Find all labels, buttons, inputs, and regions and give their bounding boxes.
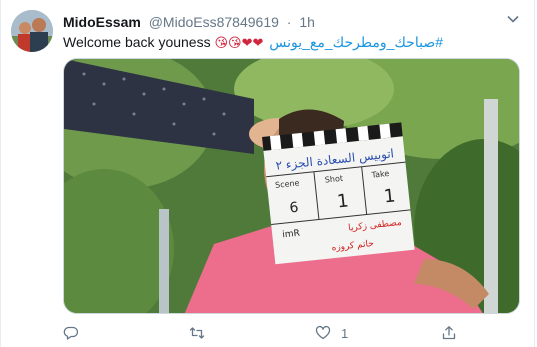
- like-button[interactable]: 1: [315, 322, 348, 344]
- tweet-actions: 1: [63, 322, 463, 344]
- tweet-emojis: 😘😘❤❤: [214, 36, 264, 51]
- tweet-body: Welcome back youness: [63, 34, 211, 50]
- tweet-time[interactable]: 1h: [299, 14, 315, 30]
- like-count: 1: [341, 325, 349, 341]
- author-name[interactable]: MidoEssam: [63, 14, 141, 30]
- retweet-button[interactable]: [189, 322, 205, 344]
- tweet-text: Welcome back youness 😘😘❤❤ #صباحك_ومطرحك_…: [63, 32, 514, 54]
- reply-button[interactable]: [63, 322, 79, 344]
- author-handle[interactable]: @MidoEss87849619: [149, 14, 279, 30]
- share-button[interactable]: [441, 322, 457, 344]
- share-icon: [442, 326, 456, 340]
- avatar[interactable]: [11, 10, 53, 52]
- heart-icon: [315, 325, 331, 340]
- tweet-header: MidoEssam @MidoEss87849619 · 1h: [63, 12, 504, 32]
- retweet-icon: [189, 327, 205, 339]
- clapper-shot-label: Shot: [324, 174, 343, 185]
- reply-icon: [63, 326, 79, 340]
- separator-dot: ·: [286, 14, 292, 30]
- chevron-down-icon[interactable]: [506, 12, 520, 26]
- tweet-photo[interactable]: اتوبيس السعادة الجزء ٢ Scene Shot Take 6…: [63, 58, 520, 314]
- clapper-shot-value: 1: [336, 190, 350, 212]
- clapper-scene-value: 6: [289, 200, 300, 217]
- hashtag-link[interactable]: #صباحك_ومطرحك_مع_يونس: [269, 34, 443, 50]
- clapper-take-value: 1: [383, 185, 397, 207]
- clapper-camera: imR: [282, 229, 300, 241]
- tweet-card[interactable]: MidoEssam @MidoEss87849619 · 1h Welcome …: [0, 0, 535, 347]
